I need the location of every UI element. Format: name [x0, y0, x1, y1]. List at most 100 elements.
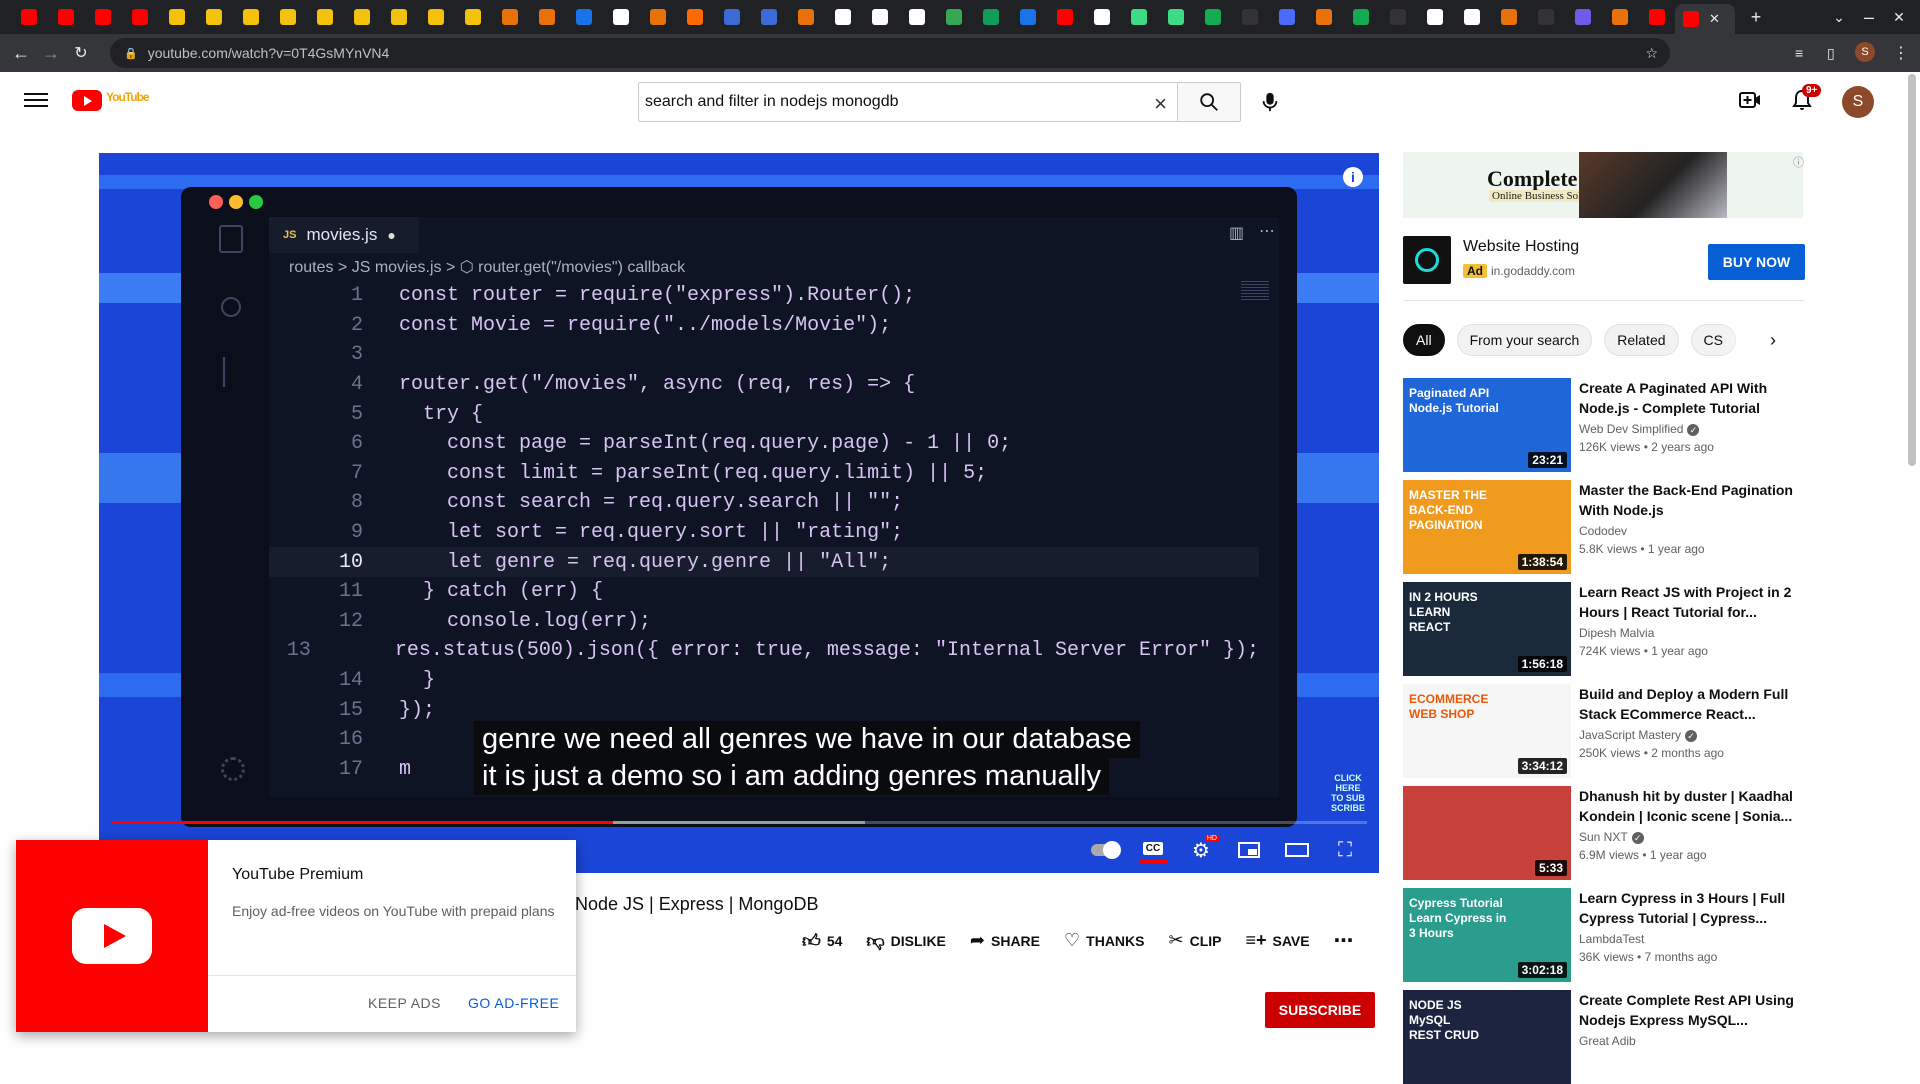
browser-tab[interactable] [1453, 0, 1490, 34]
channel-name[interactable]: JavaScript Mastery ✓ [1579, 728, 1698, 742]
browser-tab[interactable] [306, 0, 343, 34]
recommended-video[interactable]: NODE JS MySQL REST CRUD Create Complete R… [1403, 990, 1805, 1084]
video-thumbnail[interactable]: ECOMMERCE WEB SHOP 3:34:12 [1403, 684, 1571, 778]
ad-info-icon[interactable]: ⓘ [1793, 154, 1804, 170]
video-thumbnail[interactable]: IN 2 HOURS LEARN REACT 1:56:18 [1403, 582, 1571, 676]
recommended-video[interactable]: MASTER THE BACK-END PAGINATION 1:38:54 Mas… [1403, 480, 1805, 574]
channel-name[interactable]: Web Dev Simplified ✓ [1579, 422, 1700, 436]
autoplay-toggle[interactable] [1091, 837, 1121, 863]
browser-menu-icon[interactable]: ⋮ [1893, 43, 1909, 63]
video-title[interactable]: Learn React JS with Project in 2 Hours |… [1579, 582, 1805, 622]
video-title[interactable]: Create A Paginated API With Node.js - Co… [1579, 378, 1805, 418]
thanks-button[interactable]: ♡ THANKS [1064, 930, 1144, 951]
video-title[interactable]: Master the Back-End Pagination With Node… [1579, 480, 1805, 520]
new-tab-button[interactable]: + [1741, 7, 1771, 28]
video-title[interactable]: Dhanush hit by duster | Kaadhal Kondein … [1579, 786, 1805, 826]
video-player[interactable]: JS movies.js ● ▥ ⋯ routes > JS movies.js… [99, 153, 1379, 873]
keep-ads-button[interactable]: KEEP ADS [368, 995, 441, 1011]
video-thumbnail[interactable]: Cypress Tutorial Learn Cypress in 3 Hour… [1403, 888, 1571, 982]
video-title[interactable]: Learn Cypress in 3 Hours | Full Cypress … [1579, 888, 1805, 928]
video-thumbnail[interactable]: 5:33 [1403, 786, 1571, 880]
browser-tab[interactable] [1527, 0, 1564, 34]
browser-tab[interactable] [343, 0, 380, 34]
close-tab-icon[interactable]: ✕ [1709, 11, 1720, 27]
clear-search-icon[interactable]: × [1154, 91, 1167, 117]
browser-tab[interactable] [1268, 0, 1305, 34]
browser-tab[interactable] [1083, 0, 1120, 34]
browser-tab[interactable] [491, 0, 528, 34]
browser-tab[interactable] [750, 0, 787, 34]
browser-tab[interactable] [1194, 0, 1231, 34]
profile-icon[interactable]: S [1855, 42, 1875, 62]
recommended-video[interactable]: Cypress Tutorial Learn Cypress in 3 Hour… [1403, 888, 1805, 982]
chip-from-your-search[interactable]: From your search [1456, 324, 1593, 356]
browser-tab[interactable] [195, 0, 232, 34]
browser-tab[interactable] [1305, 0, 1342, 34]
search-input[interactable] [645, 93, 1125, 111]
browser-tab[interactable] [121, 0, 158, 34]
browser-tab[interactable] [1638, 0, 1675, 34]
reload-icon[interactable]: ↻ [66, 43, 96, 63]
browser-tab[interactable] [528, 0, 565, 34]
browser-tab[interactable] [1120, 0, 1157, 34]
browser-tab[interactable] [1564, 0, 1601, 34]
video-thumbnail[interactable]: MASTER THE BACK-END PAGINATION 1:38:54 [1403, 480, 1571, 574]
window-close-icon[interactable]: ✕ [1884, 9, 1914, 26]
browser-tab[interactable] [158, 0, 195, 34]
browser-tab[interactable] [787, 0, 824, 34]
recommended-video[interactable]: IN 2 HOURS LEARN REACT 1:56:18 Learn React… [1403, 582, 1805, 676]
browser-tab[interactable] [10, 0, 47, 34]
share-button[interactable]: ➦ SHARE [970, 930, 1040, 951]
subscribe-button[interactable]: SUBSCRIBE [1265, 992, 1375, 1028]
browser-tab[interactable] [972, 0, 1009, 34]
browser-tab[interactable] [935, 0, 972, 34]
buy-now-button[interactable]: BUY NOW [1708, 244, 1805, 280]
settings-gear-icon[interactable]: ⚙ HD [1187, 835, 1219, 863]
page-scrollbar[interactable] [1908, 74, 1916, 466]
go-ad-free-button[interactable]: GO AD-FREE [468, 995, 559, 1011]
channel-name[interactable]: Sun NXT ✓ [1579, 830, 1644, 844]
youtube-logo-icon[interactable] [72, 90, 102, 111]
recommended-video[interactable]: ECOMMERCE WEB SHOP 3:34:12 Build and Deplo… [1403, 684, 1805, 778]
clip-button[interactable]: ✂ CLIP [1169, 930, 1222, 951]
browser-tab[interactable] [1009, 0, 1046, 34]
channel-name[interactable]: LambdaTest [1579, 932, 1644, 946]
channel-name[interactable]: Great Adib [1579, 1034, 1636, 1048]
ad-card[interactable]: Website Hosting Ad in.godaddy.com BUY NO… [1403, 236, 1805, 284]
video-title[interactable]: Build and Deploy a Modern Full Stack ECo… [1579, 684, 1805, 724]
ad-banner[interactable]: Complete Online Business Solution [1403, 152, 1803, 218]
browser-tab[interactable] [47, 0, 84, 34]
tab-search-icon[interactable]: ⌄ [1824, 9, 1854, 26]
browser-tab[interactable] [565, 0, 602, 34]
browser-tab[interactable] [861, 0, 898, 34]
video-title[interactable]: Create Complete Rest API Using Nodejs Ex… [1579, 990, 1805, 1030]
video-thumbnail[interactable]: NODE JS MySQL REST CRUD [1403, 990, 1571, 1084]
browser-tab[interactable] [1231, 0, 1268, 34]
recommended-video[interactable]: 5:33 Dhanush hit by duster | Kaadhal Kond… [1403, 786, 1805, 880]
extensions-icon[interactable]: ≡ [1795, 45, 1803, 61]
channel-name[interactable]: Cododev [1579, 524, 1627, 538]
forward-icon[interactable]: → [36, 43, 66, 64]
channel-name[interactable]: Dipesh Malvia [1579, 626, 1654, 640]
theater-mode-icon[interactable] [1283, 837, 1311, 863]
dislike-button[interactable]: 👎︎ DISLIKE [866, 930, 946, 952]
browser-tab[interactable] [1046, 0, 1083, 34]
browser-tab[interactable] [380, 0, 417, 34]
account-avatar[interactable]: S [1842, 86, 1874, 118]
browser-tab[interactable] [676, 0, 713, 34]
browser-tab[interactable] [898, 0, 935, 34]
search-button[interactable] [1177, 82, 1241, 122]
voice-search-button[interactable] [1250, 82, 1290, 122]
like-button[interactable]: 👍︎ 54 [802, 930, 842, 952]
browser-tab[interactable] [1490, 0, 1527, 34]
browser-tab[interactable] [269, 0, 306, 34]
browser-tab[interactable] [1157, 0, 1194, 34]
browser-tab[interactable] [1342, 0, 1379, 34]
browser-tab[interactable] [1379, 0, 1416, 34]
side-panel-icon[interactable]: ▯ [1827, 45, 1835, 62]
progress-bar[interactable] [111, 821, 1367, 824]
browser-tab[interactable] [1601, 0, 1638, 34]
chip-all[interactable]: All [1403, 324, 1445, 356]
miniplayer-icon[interactable] [1235, 837, 1263, 863]
info-icon[interactable]: i [1343, 167, 1363, 187]
